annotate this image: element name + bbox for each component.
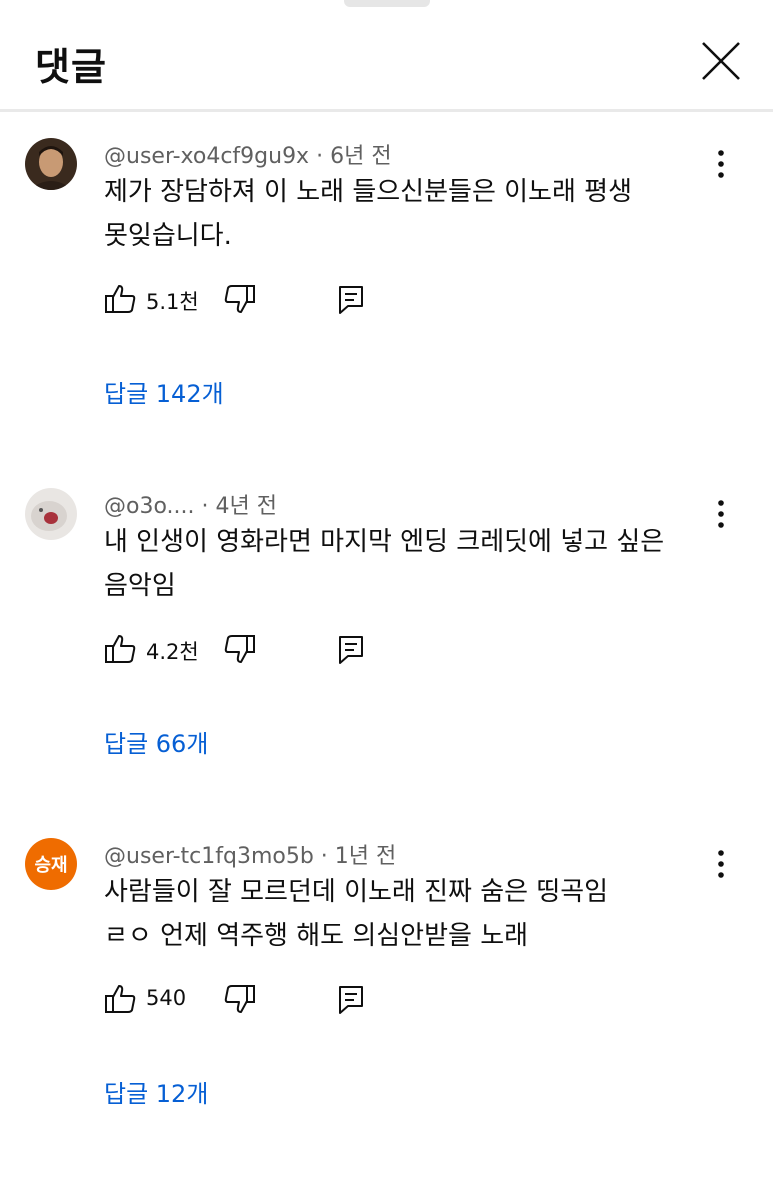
comment-meta: @user-xo4cf9gu9x · 6년 전 [104, 138, 392, 170]
comment-text-line: ㄹㅇ 언제 역주행 해도 의심안받을 노래 [104, 921, 529, 951]
thumb-up-icon [105, 635, 136, 663]
more-vert-icon [718, 850, 724, 878]
comment-text: 제가 장담하져 이 노래 들으신분들은 이노래 평생 못잊습니다. [104, 170, 714, 258]
thumb-up-icon [105, 285, 136, 313]
reply-comment-icon [339, 286, 363, 314]
comment-time: 6년 전 [330, 144, 392, 169]
comment-item: @user-xo4cf9gu9x · 6년 전 제가 장담하져 이 노래 들으신… [0, 138, 773, 488]
like-button[interactable] [104, 632, 138, 666]
dislike-button[interactable] [222, 982, 256, 1016]
thumb-down-icon [224, 285, 255, 313]
comment-text-line: 사람들이 잘 모르던데 이노래 진짜 숨은 띵곡임 [104, 877, 609, 907]
comment-time: 4년 전 [215, 494, 277, 519]
header-divider [0, 109, 773, 112]
like-count: 540 [146, 986, 187, 1010]
comment-item: @o3o.... · 4년 전 내 인생이 영화라면 마지막 엔딩 크레딧에 넣… [0, 488, 773, 838]
more-vert-icon [718, 150, 724, 178]
more-options-button[interactable] [708, 844, 734, 884]
author-handle[interactable]: @user-xo4cf9gu9x [104, 144, 309, 169]
thumb-up-icon [105, 985, 136, 1013]
like-count: 5.1천 [146, 290, 199, 314]
reply-comment-icon [339, 636, 363, 664]
comment-text: 내 인생이 영화라면 마지막 엔딩 크레딧에 넣고 싶은 음악임 [104, 520, 714, 608]
meta-separator: · [316, 144, 331, 169]
avatar[interactable] [25, 138, 77, 190]
comment-actions: 540 [104, 982, 404, 1022]
dislike-button[interactable] [222, 282, 256, 316]
reply-button[interactable] [334, 982, 368, 1016]
comment-meta: @o3o.... · 4년 전 [104, 488, 277, 520]
thumb-down-icon [224, 635, 255, 663]
view-replies-link[interactable]: 답글 66개 [104, 724, 208, 759]
comment-text-line: 못잊습니다. [104, 221, 232, 251]
comment-actions: 5.1천 [104, 282, 404, 322]
more-vert-icon [718, 500, 724, 528]
view-replies-link[interactable]: 답글 12개 [104, 1074, 208, 1109]
like-button[interactable] [104, 982, 138, 1016]
comment-meta: @user-tc1fq3mo5b · 1년 전 [104, 838, 396, 870]
comments-header: 댓글 [0, 0, 773, 110]
meta-separator: · [320, 844, 335, 869]
page-title: 댓글 [35, 45, 107, 89]
dislike-button[interactable] [222, 632, 256, 666]
author-handle[interactable]: @user-tc1fq3mo5b [104, 844, 314, 869]
view-replies-link[interactable]: 답글 142개 [104, 374, 224, 409]
avatar[interactable] [25, 488, 77, 540]
more-options-button[interactable] [708, 144, 734, 184]
comment-actions: 4.2천 [104, 632, 404, 672]
close-icon [702, 42, 740, 80]
comment-text-line: 제가 장담하져 이 노래 들으신분들은 이노래 평생 [104, 177, 632, 207]
reply-comment-icon [339, 986, 363, 1014]
avatar-initials: 승재 [34, 855, 68, 876]
more-options-button[interactable] [708, 494, 734, 534]
comment-item: 승재 @user-tc1fq3mo5b · 1년 전 사람들이 잘 모르던데 이… [0, 838, 773, 1188]
meta-separator: · [201, 494, 216, 519]
reply-button[interactable] [334, 632, 368, 666]
avatar[interactable]: 승재 [25, 838, 77, 890]
like-button[interactable] [104, 282, 138, 316]
thumb-down-icon [224, 985, 255, 1013]
comment-text: 사람들이 잘 모르던데 이노래 진짜 숨은 띵곡임 ㄹㅇ 언제 역주행 해도 의… [104, 870, 714, 958]
avatar-photo [25, 488, 77, 540]
reply-button[interactable] [334, 282, 368, 316]
close-button[interactable] [696, 36, 746, 86]
author-handle[interactable]: @o3o.... [104, 494, 195, 519]
comment-text-line: 내 인생이 영화라면 마지막 엔딩 크레딧에 넣고 싶은 [104, 527, 665, 557]
comment-time: 1년 전 [334, 844, 397, 869]
comment-text-line: 음악임 [104, 571, 176, 601]
like-count: 4.2천 [146, 640, 199, 664]
avatar-photo [25, 138, 77, 190]
